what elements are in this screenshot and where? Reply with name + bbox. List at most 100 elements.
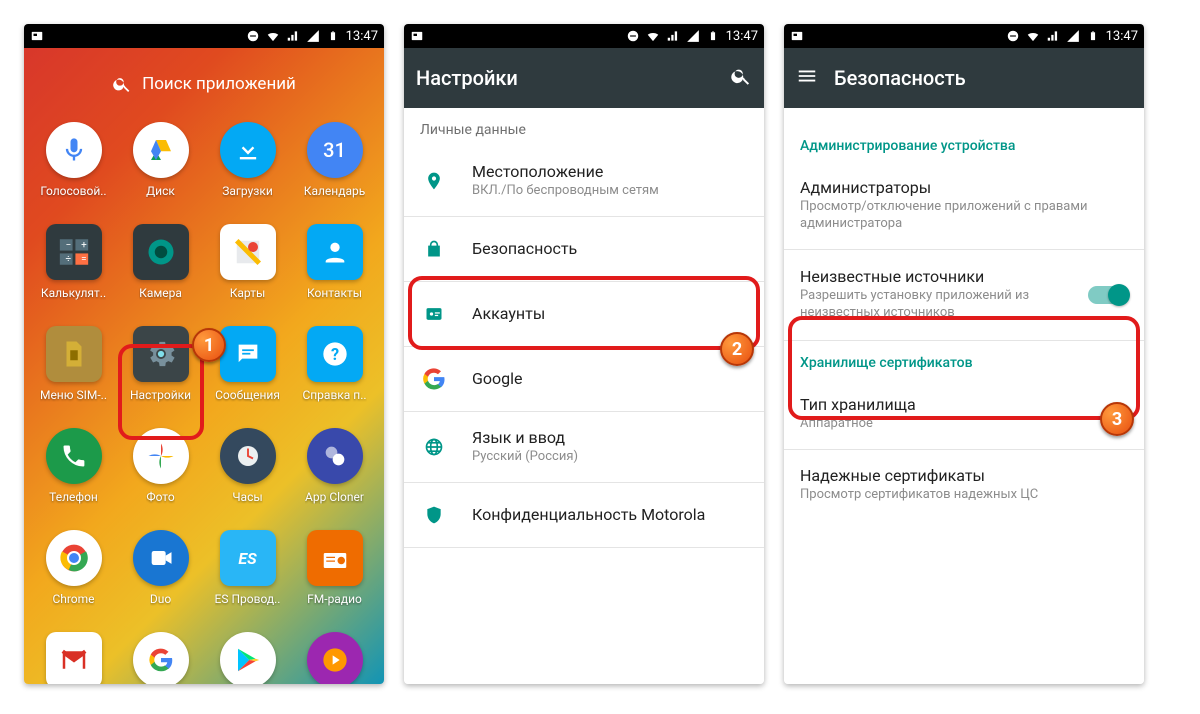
screen-security: 13:47 Безопасность Администрирование уст… <box>784 24 1144 684</box>
sim-icon <box>46 326 102 382</box>
appbar: Безопасность <box>784 48 1144 108</box>
row-sub: Русский (Россия) <box>472 449 748 466</box>
app-label: Справка п.. <box>302 388 366 402</box>
row-trusted-certs[interactable]: Надежные сертификаты Просмотр сертификат… <box>784 450 1144 520</box>
pin-icon <box>420 171 448 191</box>
app-camera[interactable]: Камера <box>117 220 204 320</box>
app-cal[interactable]: 31Календарь <box>291 118 378 218</box>
app-person[interactable]: Контакты <box>291 220 378 320</box>
app-label: Загрузки <box>222 184 273 198</box>
search-icon[interactable] <box>730 65 752 92</box>
statusbar: 13:47 <box>404 24 764 48</box>
svg-text:+: + <box>81 240 87 251</box>
gear-icon <box>133 326 189 382</box>
globe-icon <box>420 437 448 457</box>
settings-row-google[interactable]: Google <box>404 347 764 411</box>
app-drive[interactable]: Диск <box>117 118 204 218</box>
svg-text:?: ? <box>330 345 338 364</box>
row-storage-type[interactable]: Тип хранилища Аппаратное <box>784 379 1144 449</box>
app-calc[interactable]: −+÷=Калькулят.. <box>30 220 117 320</box>
chat-icon <box>220 326 276 382</box>
drawer-bg: Поиск приложений Голосовой.. Диск Загрузки… <box>24 48 384 684</box>
app-clock[interactable]: Часы <box>204 424 291 524</box>
app-cloner[interactable]: App Cloner <box>291 424 378 524</box>
drive-icon <box>133 122 189 178</box>
app-sim[interactable]: Меню SIM-.. <box>30 322 117 422</box>
clock-icon <box>220 428 276 484</box>
photos-icon <box>133 428 189 484</box>
search-apps[interactable]: Поиск приложений <box>30 64 378 104</box>
app-mic[interactable]: Голосовой.. <box>30 118 117 218</box>
app-label: Калькулят.. <box>41 286 106 300</box>
search-icon <box>112 74 132 94</box>
row-sub: ВКЛ./По беспроводным сетям <box>472 183 748 200</box>
signal-icon <box>286 29 300 43</box>
maps-icon <box>220 224 276 280</box>
row-sub: Просмотр сертификатов надежных ЦС <box>800 487 1128 504</box>
gmail-icon <box>46 632 102 684</box>
screenshot-icon <box>410 29 424 43</box>
settings-row-globe[interactable]: Язык и вводРусский (Россия) <box>404 412 764 482</box>
menu-icon[interactable] <box>796 65 818 92</box>
app-music[interactable] <box>291 628 378 684</box>
app-es[interactable]: ESES Провод.. <box>204 526 291 626</box>
row-title: Тип хранилища <box>800 395 1128 414</box>
signal2-icon <box>306 29 320 43</box>
dnd-icon <box>1006 29 1020 43</box>
cal-icon: 31 <box>307 122 363 178</box>
apps-grid: Голосовой..ДискЗагрузки31Календарь−+÷=Ка… <box>30 118 378 684</box>
app-label: Камера <box>139 286 182 300</box>
section-cert: Хранилище сертификатов <box>784 341 1144 379</box>
row-administrators[interactable]: Администраторы Просмотр/отключение прило… <box>784 162 1144 249</box>
battery-icon <box>326 29 340 43</box>
svg-text:÷: ÷ <box>65 254 71 265</box>
app-help[interactable]: ? Справка п.. <box>291 322 378 422</box>
row-sub: Разрешить установку приложений из неизве… <box>800 288 1040 322</box>
app-maps[interactable]: Карты <box>204 220 291 320</box>
screenshot-icon <box>30 29 44 43</box>
app-duo[interactable]: Duo <box>117 526 204 626</box>
camera-icon <box>133 224 189 280</box>
app-radio[interactable]: FM-радио <box>291 526 378 626</box>
radio-icon <box>307 530 363 586</box>
app-phone[interactable]: Телефон <box>30 424 117 524</box>
play-icon <box>220 632 276 684</box>
toggle-unknown-sources[interactable] <box>1088 286 1128 304</box>
app-download[interactable]: Загрузки <box>204 118 291 218</box>
app-chrome[interactable]: Chrome <box>30 526 117 626</box>
row-unknown-sources[interactable]: Неизвестные источники Разрешить установк… <box>784 250 1144 340</box>
app-photos[interactable]: Фото <box>117 424 204 524</box>
app-label: Контакты <box>307 286 362 300</box>
dnd-icon <box>626 29 640 43</box>
download-icon <box>220 122 276 178</box>
app-gear[interactable]: Настройки <box>117 322 204 422</box>
app-play[interactable] <box>204 628 291 684</box>
app-label: Голосовой.. <box>40 184 106 198</box>
app-label: Настройки <box>130 388 191 402</box>
row-title: Безопасность <box>472 239 748 258</box>
dnd-icon <box>246 29 260 43</box>
wifi-icon <box>266 29 280 43</box>
settings-row-pin[interactable]: МестоположениеВКЛ./По беспроводным сетям <box>404 146 764 216</box>
signal-icon <box>666 29 680 43</box>
settings-body: Личные данные МестоположениеВКЛ./По бесп… <box>404 108 764 684</box>
settings-row-lock[interactable]: Безопасность <box>404 217 764 281</box>
google-icon <box>420 364 448 394</box>
app-google[interactable] <box>117 628 204 684</box>
app-chat[interactable]: Сообщения <box>204 322 291 422</box>
duo-icon <box>133 530 189 586</box>
shield-icon <box>420 505 448 525</box>
app-gmail[interactable]: Gmail <box>30 628 117 684</box>
settings-body: Администрирование устройства Администрат… <box>784 108 1144 684</box>
wifi-icon <box>646 29 660 43</box>
settings-row-badge[interactable]: Аккаунты <box>404 282 764 346</box>
person-icon <box>307 224 363 280</box>
appbar-title: Настройки <box>416 66 518 90</box>
row-sub: Аппаратное <box>800 416 1128 433</box>
appbar-title: Безопасность <box>834 66 966 90</box>
row-title: Аккаунты <box>472 304 748 323</box>
row-title: Администраторы <box>800 178 1128 197</box>
search-label: Поиск приложений <box>142 74 296 94</box>
settings-row-shield[interactable]: Конфиденциальность Motorola <box>404 483 764 547</box>
statusbar: 13:47 <box>24 24 384 48</box>
